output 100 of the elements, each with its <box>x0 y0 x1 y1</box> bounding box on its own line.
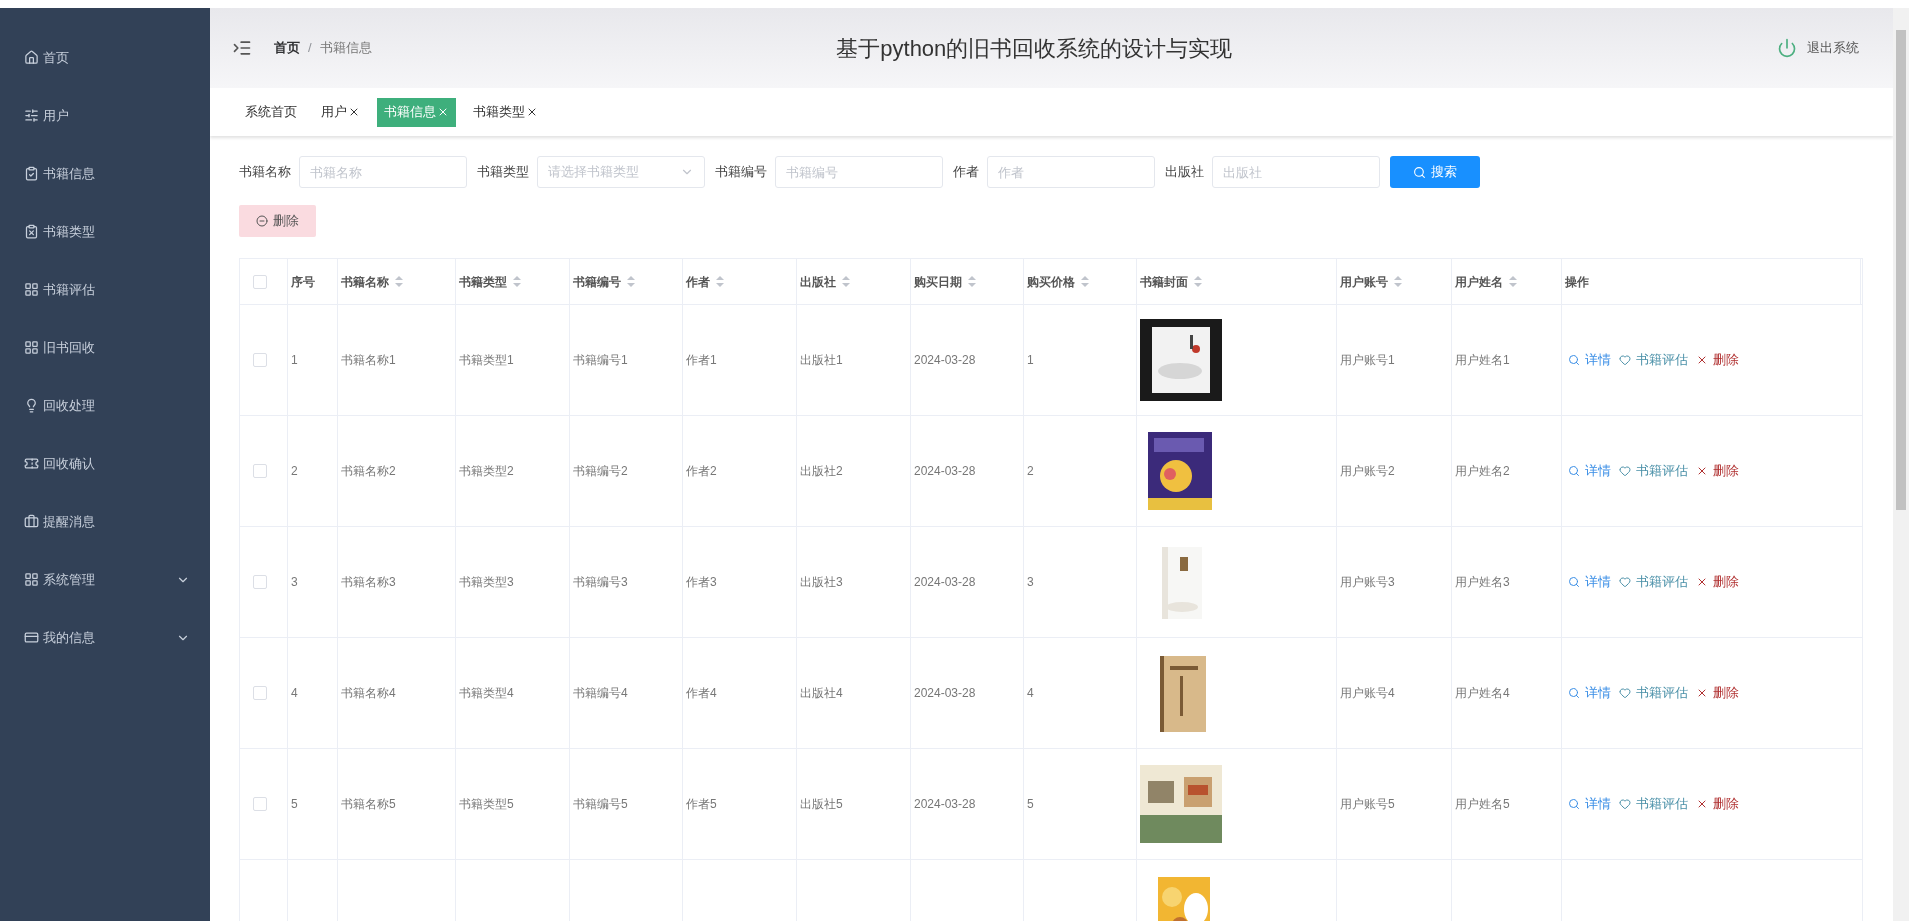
logout-button[interactable]: 退出系统 <box>1777 38 1859 58</box>
delete-link[interactable]: 删除 <box>1696 683 1739 703</box>
breadcrumb-item: 书籍信息 <box>319 39 372 58</box>
sidebar-item[interactable]: 系统管理 <box>0 568 210 591</box>
sidebar-item[interactable]: 回收确认 <box>0 452 210 475</box>
tab[interactable]: 书籍类型 <box>466 97 545 127</box>
column-header[interactable]: 用户姓名 <box>1455 272 1517 291</box>
clipboard-x-icon <box>24 224 39 239</box>
checkbox[interactable] <box>253 797 267 811</box>
checkbox[interactable] <box>253 353 267 367</box>
evaluate-link[interactable]: 书籍评估 <box>1619 683 1688 703</box>
close-icon <box>1696 687 1708 699</box>
search-icon <box>1568 354 1580 366</box>
checkbox[interactable] <box>253 575 267 589</box>
column-header[interactable]: 作者 <box>686 272 724 291</box>
tab[interactable]: 用户 <box>314 97 367 127</box>
evaluate-link[interactable]: 书籍评估 <box>1619 461 1688 481</box>
checkbox[interactable] <box>253 274 267 289</box>
page-title: 基于python的旧书回收系统的设计与实现 <box>836 34 1233 63</box>
menu-icon[interactable] <box>232 38 252 58</box>
heart-icon <box>1619 354 1631 366</box>
details-link[interactable]: 详情 <box>1568 794 1611 814</box>
table-cell-text: 用户账号2 <box>1340 463 1395 480</box>
table-cell-text: 4 <box>1027 685 1034 702</box>
sidebar-item[interactable]: 书籍类型 <box>0 220 210 243</box>
checkbox[interactable] <box>253 686 267 700</box>
breadcrumb-item[interactable]: 首页 <box>274 38 300 58</box>
field-label: 书籍类型 <box>477 163 529 182</box>
column-header[interactable]: 购买价格 <box>1027 272 1089 291</box>
scrollbar[interactable] <box>1893 8 1909 921</box>
delete-link[interactable]: 删除 <box>1696 572 1739 592</box>
delete-link[interactable]: 删除 <box>1696 350 1739 370</box>
table-cell-text: 书籍名称3 <box>341 574 396 591</box>
table-cell-text: 书籍编号3 <box>573 574 628 591</box>
evaluate-link[interactable]: 书籍评估 <box>1619 350 1688 370</box>
sidebar-item[interactable]: 用户 <box>0 104 210 127</box>
sort-icon <box>1394 276 1402 287</box>
table-cell-text: 书籍编号1 <box>573 352 628 369</box>
table-cell-text: 书籍名称1 <box>341 352 396 369</box>
input-field[interactable]: 出版社 <box>1212 156 1380 188</box>
details-link[interactable]: 详情 <box>1568 572 1611 592</box>
table-cell-text: 用户姓名5 <box>1455 796 1510 813</box>
card-icon <box>24 630 39 645</box>
table-cell-text: 1 <box>291 352 298 369</box>
field-label: 书籍名称 <box>239 163 291 182</box>
delete-link[interactable]: 删除 <box>1696 794 1739 814</box>
table-cell-text: 2 <box>1027 463 1034 480</box>
table-cell-text: 用户姓名2 <box>1455 463 1510 480</box>
column-header[interactable]: 出版社 <box>800 272 850 291</box>
sort-icon <box>627 276 635 287</box>
power-icon <box>1777 38 1797 58</box>
input-field[interactable]: 书籍名称 <box>299 156 467 188</box>
column-header[interactable]: 操作 <box>1565 272 1589 291</box>
evaluate-link[interactable]: 书籍评估 <box>1619 794 1688 814</box>
sidebar-item[interactable]: 回收处理 <box>0 394 210 417</box>
search-icon <box>1568 576 1580 588</box>
sidebar-item[interactable]: 书籍信息 <box>0 162 210 185</box>
home-icon <box>24 50 39 65</box>
details-link[interactable]: 详情 <box>1568 461 1611 481</box>
input-field[interactable]: 作者 <box>987 156 1155 188</box>
table-cell-text: 2024-03-28 <box>914 685 976 702</box>
column-header[interactable]: 序号 <box>291 272 315 291</box>
sidebar-item[interactable]: 我的信息 <box>0 626 210 649</box>
table-cell-text: 书籍类型3 <box>459 574 514 591</box>
evaluate-link[interactable]: 书籍评估 <box>1619 572 1688 592</box>
checkbox[interactable] <box>253 464 267 478</box>
close-icon[interactable] <box>348 106 360 118</box>
table-cell-text: 用户姓名4 <box>1455 685 1510 702</box>
details-link[interactable]: 详情 <box>1568 350 1611 370</box>
table-cell-text: 5 <box>1027 796 1034 813</box>
field-label: 出版社 <box>1165 163 1204 182</box>
close-icon[interactable] <box>526 106 538 118</box>
sidebar-item[interactable]: 旧书回收 <box>0 336 210 359</box>
sidebar-item[interactable]: 首页 <box>0 46 210 69</box>
table-cell-text: 书籍编号4 <box>573 685 628 702</box>
field-label: 书籍编号 <box>715 163 767 182</box>
lightbulb-icon <box>24 398 39 413</box>
table-cell-text: 用户姓名3 <box>1455 574 1510 591</box>
column-header[interactable]: 书籍封面 <box>1140 272 1202 291</box>
table-cell-text: 书籍类型4 <box>459 685 514 702</box>
table-cell-text: 用户账号5 <box>1340 796 1395 813</box>
column-header[interactable]: 购买日期 <box>914 272 976 291</box>
column-header[interactable]: 书籍类型 <box>459 272 521 291</box>
sidebar-item[interactable]: 书籍评估 <box>0 278 210 301</box>
table-cell-text: 4 <box>291 685 298 702</box>
search-icon <box>1568 465 1580 477</box>
column-header[interactable]: 用户账号 <box>1340 272 1402 291</box>
input-field[interactable]: 书籍编号 <box>775 156 943 188</box>
sort-icon <box>1194 276 1202 287</box>
table-cell-text: 出版社2 <box>800 463 843 480</box>
details-link[interactable]: 详情 <box>1568 683 1611 703</box>
table-cell-text: 书籍名称4 <box>341 685 396 702</box>
delete-button[interactable]: 删除 <box>239 205 316 237</box>
column-header[interactable]: 书籍名称 <box>341 272 403 291</box>
tab[interactable]: 系统首页 <box>238 97 304 127</box>
table-cell-text: 书籍类型2 <box>459 463 514 480</box>
sidebar-item[interactable]: 提醒消息 <box>0 510 210 533</box>
column-header[interactable]: 书籍编号 <box>573 272 635 291</box>
delete-link[interactable]: 删除 <box>1696 461 1739 481</box>
sliders-icon <box>24 108 39 123</box>
